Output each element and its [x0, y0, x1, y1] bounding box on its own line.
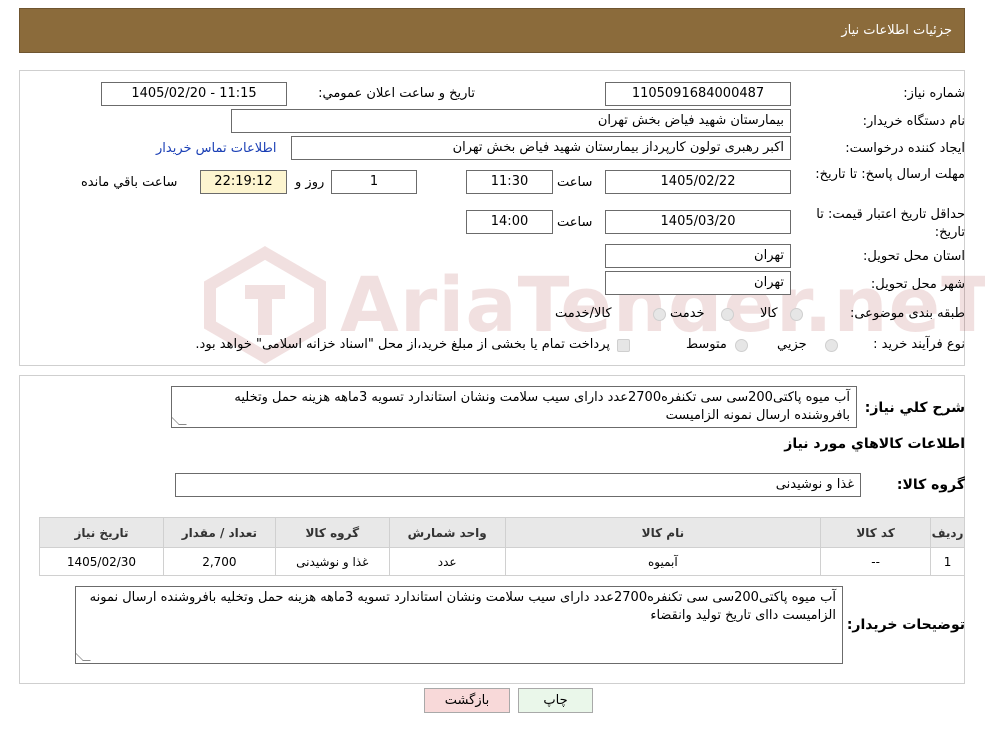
resize-grip-icon[interactable] — [172, 417, 187, 425]
cell-row: 1 — [930, 547, 965, 576]
remaining-time-field: 22:19:12 — [200, 170, 287, 194]
payment-checkbox[interactable] — [617, 339, 630, 352]
col-date: تاريخ نياز — [39, 517, 164, 548]
province-field: تهران — [605, 244, 791, 268]
category-option-service: خدمت — [670, 306, 705, 321]
province-label: استان محل تحويل: — [863, 249, 965, 264]
print-button[interactable]: چاپ — [518, 688, 593, 713]
cell-name: آبمیوه — [504, 547, 822, 576]
buyer-notes-textarea[interactable]: آب میوه پاکتی200سی سی تکنفره2700عدد دارا… — [75, 586, 843, 664]
buyer-org-field: بیمارستان شهید فیاض بخش تهران — [231, 109, 791, 133]
resize-grip-icon[interactable] — [76, 653, 91, 661]
page-header: جزئیات اطلاعات نیاز — [19, 8, 965, 53]
col-group: گروه كالا — [274, 517, 390, 548]
need-number-field: 1105091684000487 — [605, 82, 791, 106]
table-row: 1 -- آبمیوه عدد غذا و نوشیدنی 2,700 1405… — [39, 547, 965, 576]
description-label: شرح كلي نياز: — [864, 400, 965, 416]
buyer-notes-text: آب میوه پاکتی200سی سی تکنفره2700عدد دارا… — [89, 590, 836, 623]
col-row: رديف — [930, 517, 965, 548]
process-option-medium: متوسط — [686, 337, 727, 352]
deadline-time-label: ساعت — [557, 175, 593, 190]
col-code: كد كالا — [820, 517, 932, 548]
category-label: طبقه بندی موضوعی: — [849, 306, 965, 321]
creator-field: اکبر رهبری تولون کارپرداز بیمارستان شهید… — [291, 136, 791, 160]
items-table: رديف كد كالا نام كالا واحد شمارش گروه كا… — [39, 517, 965, 576]
back-button[interactable]: بازگشت — [424, 688, 510, 713]
need-number-label: شماره نیاز: — [903, 86, 965, 101]
goods-info-title: اطلاعات كالاهاي مورد نياز — [784, 436, 965, 452]
col-name: نام كالا — [504, 517, 822, 548]
category-option-goods-service: کالا/خدمت — [555, 306, 612, 321]
description-textarea[interactable]: آب میوه پاکتی200سی سی تکنفره2700عدد دارا… — [171, 386, 857, 428]
cell-code: -- — [820, 547, 932, 576]
validity-date-field: 1405/03/20 — [605, 210, 791, 234]
cell-group: غذا و نوشیدنی — [274, 547, 390, 576]
remaining-label: ساعت باقي مانده — [81, 175, 178, 190]
deadline-time-field: 11:30 — [466, 170, 553, 194]
process-label: نوع فرآيند خريد : — [873, 337, 965, 352]
city-field: تهران — [605, 271, 791, 295]
announce-field: 1405/02/20 - 11:15 — [101, 82, 287, 106]
validity-time-label: ساعت — [557, 215, 593, 230]
cell-qty: 2,700 — [162, 547, 276, 576]
days-label: روز و — [295, 175, 325, 190]
validity-time-field: 14:00 — [466, 210, 553, 234]
category-radio-goods[interactable] — [790, 308, 803, 321]
announce-label: تاریخ و ساعت اعلان عمومي: — [318, 86, 475, 101]
payment-note: پرداخت تمام یا بخشی از مبلغ خرید،از محل … — [195, 337, 610, 352]
goods-group-field: غذا و نوشیدنی — [175, 473, 861, 497]
category-radio-service[interactable] — [721, 308, 734, 321]
description-text: آب میوه پاکتی200سی سی تکنفره2700عدد دارا… — [234, 390, 850, 423]
col-qty: تعداد / مقدار — [162, 517, 276, 548]
col-unit: واحد شمارش — [388, 517, 506, 548]
cell-date: 1405/02/30 — [39, 547, 164, 576]
buyer-org-label: نام دستگاه خريدار: — [862, 114, 965, 129]
deadline-label: مهلت ارسال پاسخ: تا تاريخ: — [815, 167, 965, 182]
validity-label: حداقل تاريخ اعتبار قيمت: تا تاريخ: — [816, 207, 965, 240]
days-field: 1 — [331, 170, 417, 194]
city-label: شهر محل تحويل: — [870, 277, 965, 292]
cell-unit: عدد — [388, 547, 506, 576]
page-title: جزئیات اطلاعات نیاز — [841, 23, 952, 38]
process-radio-minor[interactable] — [825, 339, 838, 352]
creator-label: ايجاد كننده درخواست: — [845, 141, 965, 156]
deadline-date-field: 1405/02/22 — [605, 170, 791, 194]
buyer-notes-label: توضيحات خريدار: — [846, 617, 965, 633]
goods-group-label: گروه كالا: — [896, 477, 965, 493]
category-radio-goods-service[interactable] — [653, 308, 666, 321]
contact-info-link[interactable]: اطلاعات تماس خريدار — [156, 141, 276, 156]
table-header-row: رديف كد كالا نام كالا واحد شمارش گروه كا… — [39, 517, 965, 548]
process-radio-medium[interactable] — [735, 339, 748, 352]
process-option-minor: جزيي — [777, 337, 807, 352]
category-option-goods: کالا — [760, 306, 778, 321]
